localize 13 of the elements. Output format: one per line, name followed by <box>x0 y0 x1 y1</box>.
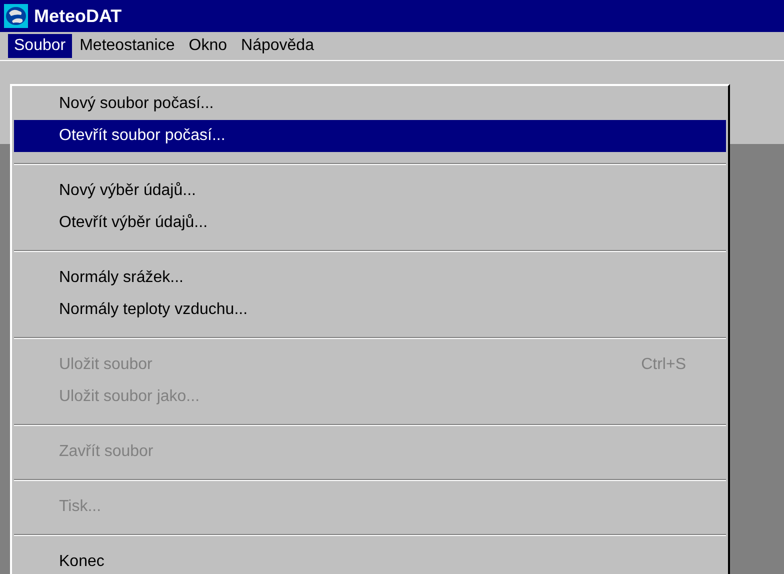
menu-bar-item[interactable]: Nápověda <box>235 34 320 58</box>
menu-item[interactable]: Normály teploty vzduchu... <box>14 294 726 326</box>
app-icon <box>4 4 28 28</box>
menu-bar-item[interactable]: Soubor <box>8 34 72 58</box>
menu-item[interactable]: Nový výběr údajů... <box>14 175 726 207</box>
menu-item[interactable]: Nový soubor počasí... <box>14 88 726 120</box>
window-title: MeteoDAT <box>34 6 122 26</box>
menu-bar-item[interactable]: Meteostanice <box>74 34 181 58</box>
menu-bar-item[interactable]: Okno <box>182 34 234 58</box>
menu-item[interactable]: Normály srážek... <box>14 262 726 294</box>
menu-item[interactable]: Otevřít soubor počasí... <box>14 120 726 152</box>
menu-item[interactable]: Otevřít výběr údajů... <box>14 207 726 239</box>
menu-item[interactable]: Konec <box>14 546 726 574</box>
